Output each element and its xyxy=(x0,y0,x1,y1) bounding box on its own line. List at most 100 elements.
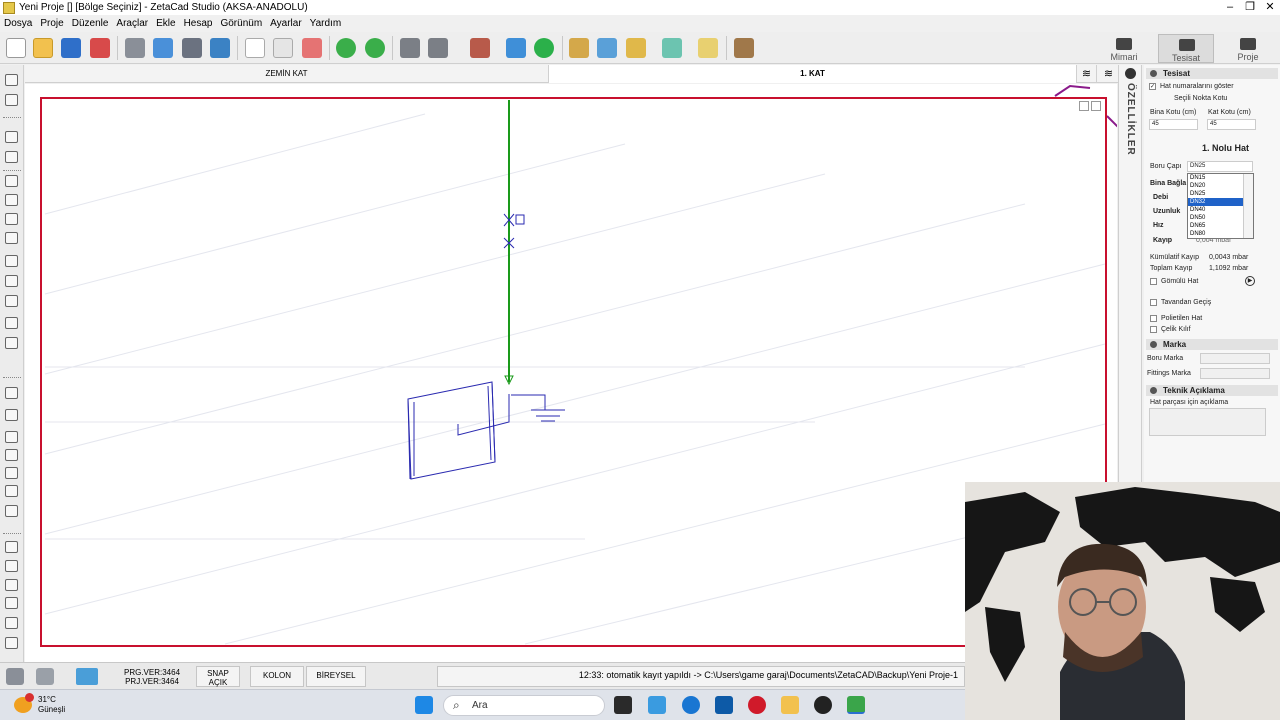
zetacad-taskbar-icon[interactable] xyxy=(847,696,865,714)
printer-setup-icon[interactable] xyxy=(182,38,202,58)
print-icon[interactable] xyxy=(125,38,145,58)
drawing-canvas[interactable] xyxy=(25,84,1122,662)
kolon-button[interactable]: KOLON xyxy=(250,666,304,687)
close-view-icon[interactable] xyxy=(1091,101,1101,111)
menu-araclar[interactable]: Araçlar xyxy=(116,18,148,29)
calculator-icon[interactable] xyxy=(506,38,526,58)
taskbar-search[interactable]: ⌕ Ara xyxy=(443,695,605,716)
save-icon[interactable] xyxy=(61,38,81,58)
pointer-icon[interactable] xyxy=(5,74,18,86)
store-icon[interactable] xyxy=(715,696,733,714)
menu-ekle[interactable]: Ekle xyxy=(156,18,175,29)
maximize-icon[interactable]: ❐ xyxy=(1240,0,1260,15)
restore-view-icon[interactable] xyxy=(1079,101,1089,111)
valve-icon[interactable] xyxy=(5,275,18,287)
check-icon[interactable] xyxy=(534,38,554,58)
file-explorer-icon[interactable] xyxy=(781,696,799,714)
menu-hesap[interactable]: Hesap xyxy=(184,18,213,29)
tab-zemin-kat[interactable]: ZEMİN KAT xyxy=(25,65,549,83)
line-icon[interactable] xyxy=(5,255,18,267)
new-file-icon[interactable] xyxy=(6,38,26,58)
layers-toggle-icon[interactable]: ≋ xyxy=(1099,65,1119,83)
move-icon[interactable] xyxy=(5,295,18,307)
windows-icon[interactable] xyxy=(698,38,718,58)
dropdown-option[interactable]: DN20 xyxy=(1188,182,1243,190)
tab-tesisat[interactable]: Tesisat xyxy=(1158,34,1214,63)
dropdown-option-selected[interactable]: DN32 xyxy=(1188,198,1243,206)
pipe-icon[interactable] xyxy=(5,232,18,244)
menu-yardim[interactable]: Yardım xyxy=(310,18,342,29)
shield-icon[interactable] xyxy=(36,668,54,685)
boru-capi-select[interactable]: DN25 xyxy=(1187,161,1253,172)
dropdown-scrollbar[interactable] xyxy=(1243,174,1253,238)
edit-icon[interactable] xyxy=(210,38,230,58)
fittings-marka-field[interactable] xyxy=(1200,368,1270,379)
edge-icon[interactable] xyxy=(682,696,700,714)
report-icon[interactable] xyxy=(569,38,589,58)
sum-icon[interactable] xyxy=(428,38,448,58)
polietilen-checkbox[interactable] xyxy=(1150,315,1157,322)
opera-icon[interactable] xyxy=(748,696,766,714)
layer-icon[interactable] xyxy=(5,387,18,399)
tab-mimari[interactable]: Mimari xyxy=(1096,34,1152,63)
bina-kotu-field[interactable]: 45 xyxy=(1149,119,1198,130)
eraser-icon[interactable] xyxy=(302,38,322,58)
snap-toggle[interactable]: SNAP AÇIK xyxy=(196,666,240,687)
hat-numara-checkbox[interactable]: ✓ xyxy=(1149,83,1156,90)
zoom-out-icon[interactable] xyxy=(5,597,18,609)
layers-icon[interactable]: ≋ xyxy=(1077,65,1097,83)
paste-icon[interactable] xyxy=(273,38,293,58)
windows-start-icon[interactable] xyxy=(415,696,433,714)
undo-icon[interactable] xyxy=(336,38,356,58)
copy-icon[interactable] xyxy=(245,38,265,58)
back-icon[interactable] xyxy=(400,38,420,58)
dropdown-option[interactable]: DN25 xyxy=(1188,190,1243,198)
home-icon[interactable] xyxy=(470,38,490,58)
save-as-icon[interactable] xyxy=(90,38,110,58)
boru-marka-field[interactable] xyxy=(1200,353,1270,364)
door-icon[interactable] xyxy=(5,131,18,143)
menu-duzenle[interactable]: Düzenle xyxy=(72,18,109,29)
minimize-icon[interactable]: – xyxy=(1220,0,1240,15)
boru-capi-dropdown[interactable]: DN15 DN20 DN25 DN32 DN40 DN50 DN65 DN80 xyxy=(1187,173,1254,239)
widgets-icon[interactable] xyxy=(648,696,666,714)
zoom-window-icon[interactable] xyxy=(5,541,18,553)
frame-icon[interactable] xyxy=(5,505,18,517)
layout-icon[interactable] xyxy=(626,38,646,58)
fit-icon[interactable] xyxy=(5,637,18,649)
menu-ayarlar[interactable]: Ayarlar xyxy=(270,18,302,29)
wall-icon[interactable] xyxy=(5,94,18,106)
zoom-in-icon[interactable] xyxy=(5,579,18,591)
tab-1-kat[interactable]: 1. KAT xyxy=(549,65,1077,83)
dropdown-option[interactable]: DN15 xyxy=(1188,174,1243,182)
tab-proje[interactable]: Proje xyxy=(1220,34,1276,63)
monitor-icon[interactable] xyxy=(76,668,98,685)
tavandan-checkbox[interactable] xyxy=(1150,299,1157,306)
recorder-icon[interactable] xyxy=(814,696,832,714)
menu-gorunum[interactable]: Görünüm xyxy=(220,18,262,29)
zoom-extents-icon[interactable] xyxy=(5,617,18,629)
play-icon[interactable]: ▶ xyxy=(1245,276,1255,286)
zoom-icon[interactable] xyxy=(5,560,18,572)
tesisat-section-header[interactable]: Tesisat xyxy=(1146,68,1278,79)
task-view-icon[interactable] xyxy=(614,696,632,714)
kat-kotu-field[interactable]: 45 xyxy=(1207,119,1256,130)
redo-icon[interactable] xyxy=(365,38,385,58)
measure-icon[interactable] xyxy=(5,317,18,329)
corner-icon[interactable] xyxy=(5,449,18,461)
box-icon[interactable] xyxy=(5,485,18,497)
drawing-icon[interactable] xyxy=(597,38,617,58)
window-icon[interactable] xyxy=(5,151,18,163)
bireysel-button[interactable]: BİREYSEL xyxy=(306,666,366,687)
settings-icon[interactable] xyxy=(6,668,24,685)
3d-view-icon[interactable] xyxy=(662,38,682,58)
celik-checkbox[interactable] xyxy=(1150,326,1157,333)
print-preview-icon[interactable] xyxy=(153,38,173,58)
pin-icon[interactable] xyxy=(1125,68,1136,79)
meter-icon[interactable] xyxy=(5,409,18,421)
dropdown-option[interactable]: DN40 xyxy=(1188,206,1243,214)
connector-icon[interactable] xyxy=(5,431,18,443)
rotate-icon[interactable] xyxy=(5,194,18,206)
toolbox-icon[interactable] xyxy=(734,38,754,58)
hand-icon[interactable] xyxy=(5,175,18,187)
